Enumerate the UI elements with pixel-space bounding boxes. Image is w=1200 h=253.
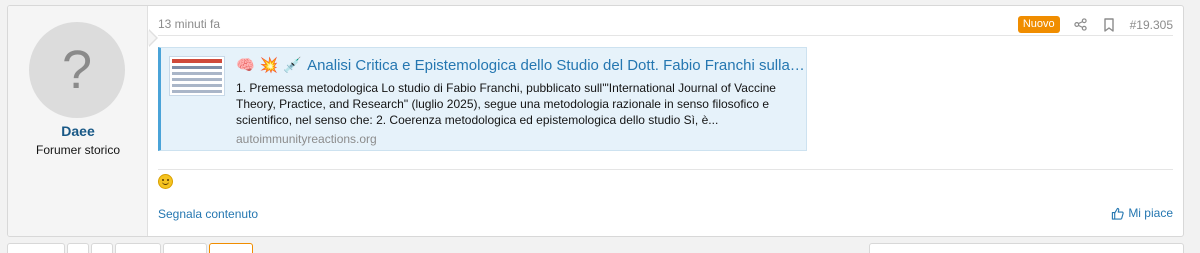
report-content-link[interactable]: Segnala contenuto [158, 207, 258, 221]
avatar[interactable]: ? [29, 22, 125, 118]
bookmark-icon[interactable] [1102, 17, 1116, 32]
new-badge: Nuovo [1017, 16, 1060, 33]
forum-post: ? Daee Forumer storico 13 minuti fa Nuov… [7, 5, 1184, 237]
post-header: 13 minuti fa Nuovo #19.305 [158, 16, 1173, 36]
user-title: Forumer storico [35, 143, 121, 157]
link-preview-title[interactable]: Analisi Critica e Epistemologica dello S… [307, 57, 806, 74]
pagination-button[interactable] [7, 243, 65, 253]
avatar-placeholder-glyph: ? [61, 40, 93, 100]
post-actions: Nuovo #19.305 [1017, 16, 1173, 33]
syringe-emoji-icon: 💉 [283, 56, 303, 74]
pagination-button[interactable] [67, 243, 89, 253]
smiley-emoji-icon [158, 174, 173, 189]
post-main: 13 minuti fa Nuovo #19.305 🧠 💥 💉 Analisi… [158, 6, 1183, 236]
collision-emoji-icon: 💥 [259, 56, 279, 74]
link-preview-thumbnail[interactable] [169, 56, 225, 96]
link-preview-description: 1. Premessa metodologica Lo studio di Fa… [236, 81, 776, 127]
link-preview-title-row: 🧠 💥 💉 Analisi Critica e Epistemologica d… [236, 54, 806, 76]
username-link[interactable]: Daee [8, 123, 148, 139]
link-preview-domain: autoimmunityreactions.org [236, 132, 377, 146]
pagination-right-box [869, 243, 1184, 253]
pagination-button[interactable] [91, 243, 113, 253]
content-divider [158, 169, 1173, 170]
user-cell: ? Daee Forumer storico [8, 6, 148, 236]
like-label: Mi piace [1128, 206, 1173, 220]
post-number-link[interactable]: #19.305 [1130, 18, 1173, 32]
message-arrow [148, 30, 156, 46]
link-preview-card[interactable]: 🧠 💥 💉 Analisi Critica e Epistemologica d… [158, 47, 807, 151]
pagination [7, 243, 253, 253]
thumbs-up-icon [1112, 207, 1125, 220]
pagination-button-active[interactable] [209, 243, 253, 253]
brain-emoji-icon: 🧠 [236, 56, 255, 74]
post-time[interactable]: 13 minuti fa [158, 17, 220, 31]
pagination-button[interactable] [115, 243, 161, 253]
like-button[interactable]: Mi piace [1111, 206, 1173, 220]
share-icon[interactable] [1074, 18, 1088, 32]
pagination-button[interactable] [163, 243, 207, 253]
